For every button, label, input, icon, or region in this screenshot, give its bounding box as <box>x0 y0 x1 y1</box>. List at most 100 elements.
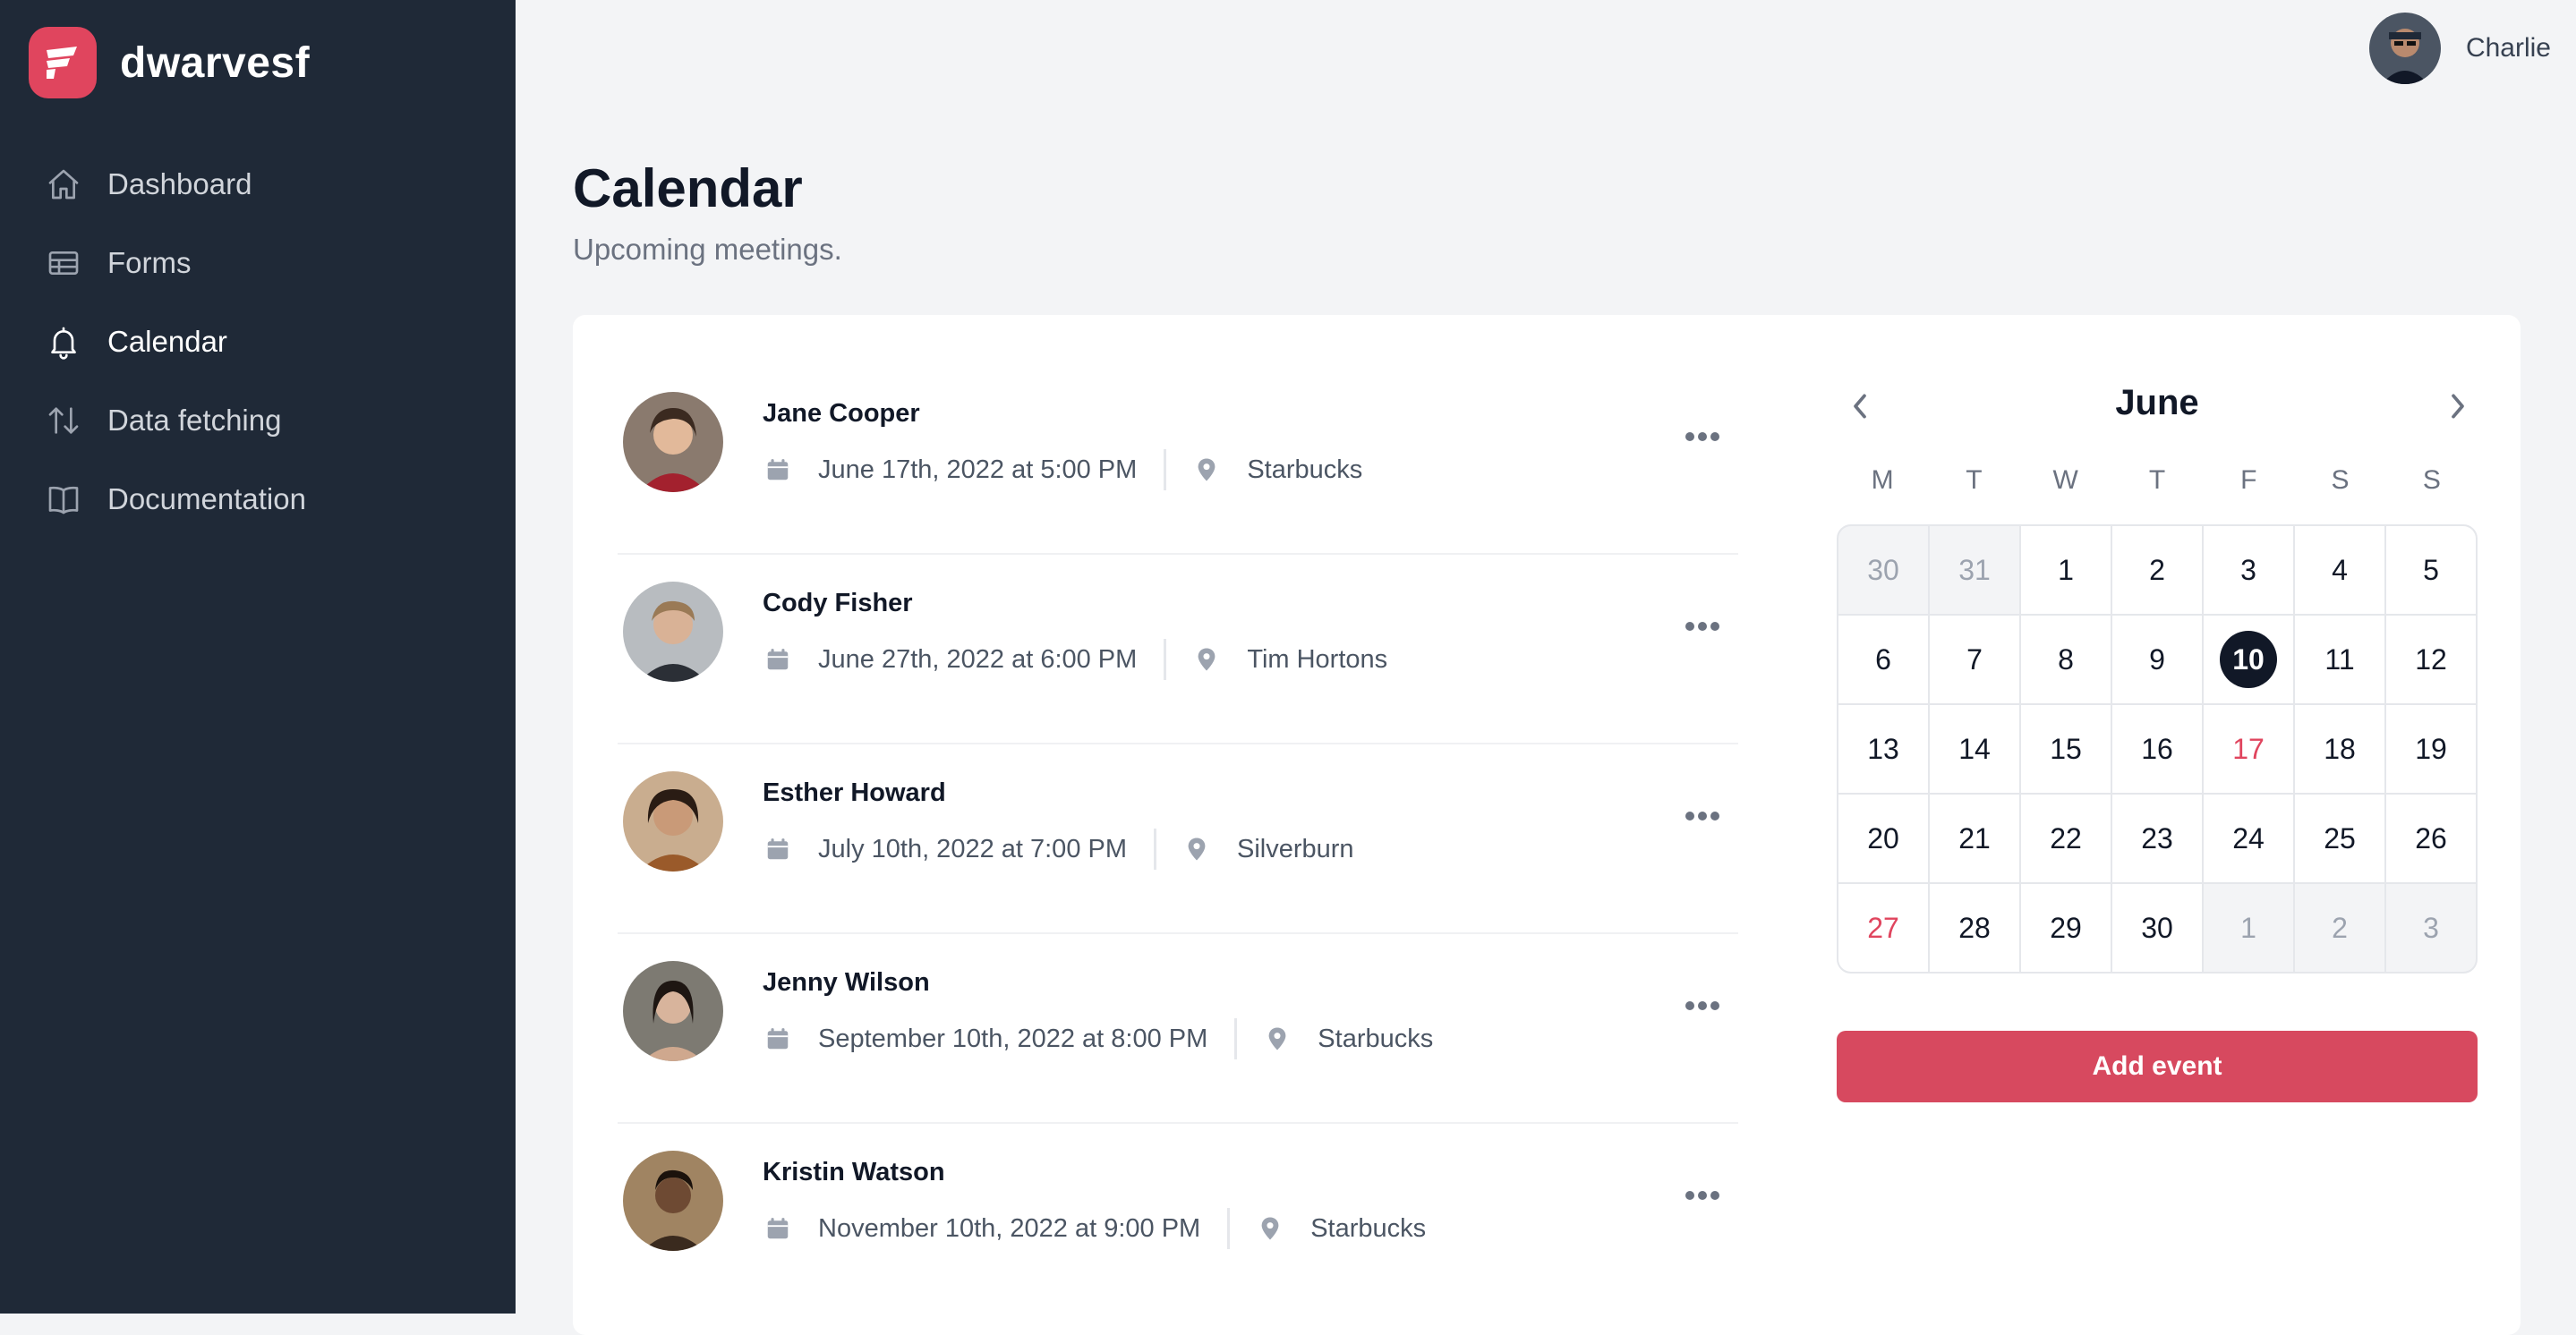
calendar-day[interactable]: 14 <box>1930 705 2019 793</box>
more-options-icon[interactable] <box>1677 1178 1727 1213</box>
bell-icon <box>43 321 84 362</box>
meeting-name: Jenny Wilson <box>763 968 930 997</box>
calendar-day[interactable]: 4 <box>2295 526 2384 614</box>
calendar-day[interactable]: 16 <box>2112 705 2202 793</box>
sidebar-item-label: Dashboard <box>107 167 252 200</box>
calendar-day-label: 1 <box>2240 911 2256 944</box>
calendar-day[interactable]: 2 <box>2295 884 2384 972</box>
more-options-icon[interactable] <box>1677 419 1727 455</box>
calendar-day[interactable]: 9 <box>2112 616 2202 703</box>
calendar-day[interactable]: 20 <box>1838 795 1928 882</box>
sidebar-item-documentation[interactable]: Documentation <box>43 460 306 539</box>
calendar-icon <box>763 1024 793 1054</box>
calendar-day-label: 4 <box>2332 553 2348 586</box>
calendar-day-label: 12 <box>2415 642 2447 676</box>
calendar-day[interactable]: 10 <box>2204 616 2293 703</box>
calendar-day[interactable]: 24 <box>2204 795 2293 882</box>
calendar-day[interactable]: 26 <box>2386 795 2476 882</box>
location-pin-icon <box>1191 455 1222 485</box>
calendar-day[interactable]: 29 <box>2021 884 2111 972</box>
calendar-day[interactable]: 3 <box>2204 526 2293 614</box>
divider <box>1234 1018 1238 1059</box>
chevron-right-icon[interactable] <box>2438 387 2478 426</box>
calendar-day[interactable]: 7 <box>1930 616 2019 703</box>
calendar-day-label: 22 <box>2050 821 2082 855</box>
calendar-day-label: 19 <box>2415 732 2447 765</box>
avatar <box>2368 13 2441 84</box>
list-item[interactable]: Cody Fisher June 27th, 2022 at 6:00 PM T… <box>618 555 1738 744</box>
sidebar-item-label: Documentation <box>107 482 306 515</box>
divider <box>1227 1208 1231 1249</box>
home-icon <box>43 164 84 205</box>
calendar-day[interactable]: 27 <box>1838 884 1928 972</box>
calendar-day[interactable]: 15 <box>2021 705 2111 793</box>
more-options-icon[interactable] <box>1677 798 1727 834</box>
sidebar-item-calendar[interactable]: Calendar <box>43 302 306 381</box>
brand[interactable]: dwarvesf <box>29 27 310 98</box>
calendar-day[interactable]: 1 <box>2021 526 2111 614</box>
calendar-day-label: 7 <box>1966 642 1983 676</box>
more-options-icon[interactable] <box>1677 608 1727 644</box>
sidebar-item-dashboard[interactable]: Dashboard <box>43 145 306 224</box>
meeting-date: June 17th, 2022 at 5:00 PM <box>818 455 1138 484</box>
meeting-date: June 27th, 2022 at 6:00 PM <box>818 644 1138 674</box>
user-menu[interactable]: Charlie <box>2368 13 2551 84</box>
calendar-day[interactable]: 6 <box>1838 616 1928 703</box>
calendar-day-label: 8 <box>2058 642 2074 676</box>
calendar-day[interactable]: 3 <box>2386 884 2476 972</box>
calendar-day-label: 18 <box>2324 732 2356 765</box>
calendar-day[interactable]: 19 <box>2386 705 2476 793</box>
list-item[interactable]: Jenny Wilson September 10th, 2022 at 8:0… <box>618 934 1738 1124</box>
meeting-name: Esther Howard <box>763 778 946 807</box>
calendar-day[interactable]: 21 <box>1930 795 2019 882</box>
calendar-day-label: 13 <box>1867 732 1899 765</box>
list-item[interactable]: Jane Cooper June 17th, 2022 at 5:00 PM S… <box>618 365 1738 555</box>
calendar-day[interactable]: 12 <box>2386 616 2476 703</box>
calendar-day[interactable]: 2 <box>2112 526 2202 614</box>
meeting-location: Starbucks <box>1310 1213 1427 1243</box>
meeting-meta: July 10th, 2022 at 7:00 PM Silverburn <box>763 829 1354 870</box>
calendar-day[interactable]: 13 <box>1838 705 1928 793</box>
calendar-day-label: 11 <box>2324 642 2355 676</box>
calendar-day[interactable]: 31 <box>1930 526 2019 614</box>
calendar-day[interactable]: 23 <box>2112 795 2202 882</box>
table-icon <box>43 242 84 284</box>
divider <box>1154 829 1156 870</box>
sidebar-item-label: Forms <box>107 246 192 279</box>
user-name: Charlie <box>2465 33 2551 63</box>
page-subtitle: Upcoming meetings. <box>573 233 842 266</box>
meeting-name: Kristin Watson <box>763 1158 945 1186</box>
meeting-meta: June 27th, 2022 at 6:00 PM Tim Hortons <box>763 639 1387 680</box>
calendar-day[interactable]: 8 <box>2021 616 2111 703</box>
list-item[interactable]: Kristin Watson November 10th, 2022 at 9:… <box>618 1124 1738 1312</box>
avatar <box>623 582 723 682</box>
weekday-label: W <box>2052 465 2078 495</box>
calendar-day-label: 9 <box>2149 642 2165 676</box>
calendar-day[interactable]: 30 <box>1838 526 1928 614</box>
calendar-day[interactable]: 18 <box>2295 705 2384 793</box>
arrows-up-down-icon <box>43 400 84 441</box>
calendar-day-label: 3 <box>2240 553 2256 586</box>
sidebar-item-forms[interactable]: Forms <box>43 224 306 302</box>
meeting-name: Cody Fisher <box>763 589 913 617</box>
calendar-day[interactable]: 5 <box>2386 526 2476 614</box>
calendar-day[interactable]: 30 <box>2112 884 2202 972</box>
calendar-day[interactable]: 22 <box>2021 795 2111 882</box>
weekday-label: S <box>2422 465 2441 495</box>
calendar-day[interactable]: 11 <box>2295 616 2384 703</box>
brand-logo-icon <box>29 27 97 98</box>
more-options-icon[interactable] <box>1677 988 1727 1024</box>
list-item[interactable]: Esther Howard July 10th, 2022 at 7:00 PM… <box>618 744 1738 934</box>
calendar-day[interactable]: 17 <box>2204 705 2293 793</box>
calendar-day[interactable]: 25 <box>2295 795 2384 882</box>
brand-name: dwarvesf <box>120 38 311 87</box>
add-event-button[interactable]: Add event <box>1837 1031 2478 1102</box>
calendar-day[interactable]: 28 <box>1930 884 2019 972</box>
meeting-date: November 10th, 2022 at 9:00 PM <box>818 1213 1201 1243</box>
sidebar-item-data-fetching[interactable]: Data fetching <box>43 381 306 460</box>
meeting-location: Silverburn <box>1237 834 1354 863</box>
sidebar-item-label: Data fetching <box>107 404 282 437</box>
calendar-day[interactable]: 1 <box>2204 884 2293 972</box>
calendar-day-label: 28 <box>1958 911 1991 944</box>
sidebar-item-label: Calendar <box>107 325 227 358</box>
